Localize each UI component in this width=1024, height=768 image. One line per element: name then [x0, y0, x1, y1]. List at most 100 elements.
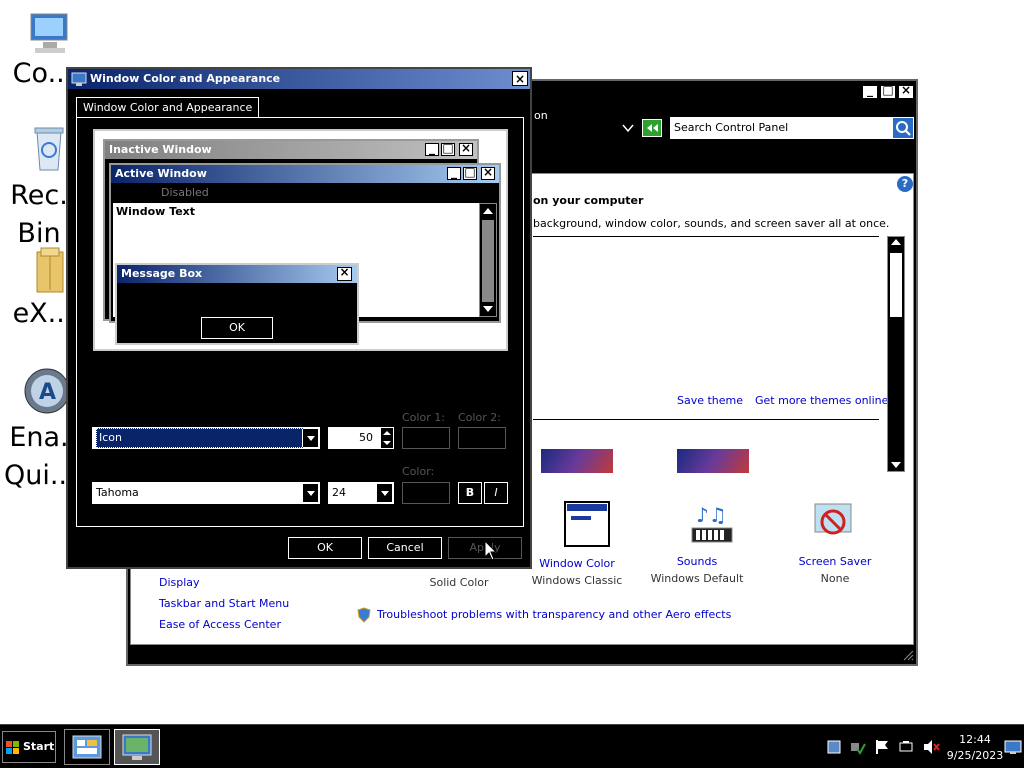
see-also-display[interactable]: Display — [159, 576, 200, 589]
help-icon[interactable]: ? — [897, 176, 913, 192]
search-icon — [896, 121, 911, 136]
size-spinner[interactable] — [380, 427, 394, 449]
scroll-down-icon — [483, 306, 493, 312]
start-label: Start — [23, 740, 55, 753]
font-size-select[interactable]: 24 — [328, 482, 394, 504]
monitor-icon — [71, 72, 87, 86]
close-button[interactable]: × — [898, 83, 914, 99]
volume-muted-icon[interactable] — [922, 739, 940, 755]
chevron-down-icon[interactable] — [376, 484, 392, 502]
theme-thumbnail[interactable] — [541, 449, 613, 473]
see-also-ease-of-access[interactable]: Ease of Access Center — [159, 618, 281, 631]
taskbar-control-panel[interactable] — [64, 729, 110, 765]
font-color-label: Color: — [402, 465, 435, 478]
resize-grip[interactable] — [902, 649, 914, 661]
page-heading: on your computer — [533, 194, 644, 207]
dialog-titlebar: Window Color and Appearance × — [68, 69, 530, 89]
preview-message-title: Message Box — [117, 265, 357, 283]
font-select[interactable]: Tahoma — [92, 482, 320, 504]
preview-ok-button: OK — [201, 317, 273, 339]
divider — [533, 419, 879, 420]
network-icon[interactable] — [850, 739, 866, 755]
preview-inactive-title: Inactive Window — [105, 141, 477, 159]
app-circle-icon: A — [24, 368, 70, 414]
item-subtitle: Windows Default — [650, 572, 744, 585]
search-input[interactable]: Search Control Panel — [670, 117, 892, 139]
windows-logo-icon — [6, 741, 19, 754]
cancel-button[interactable]: Cancel — [368, 537, 442, 559]
mouse-cursor-icon — [484, 540, 498, 561]
shield-icon — [357, 607, 371, 623]
sounds-icon: ♪♫ — [691, 503, 733, 543]
clock-date[interactable]: 9/25/2023 — [944, 749, 1006, 762]
theme-list: Save theme Get more themes online — [533, 236, 888, 473]
start-button[interactable]: Start — [2, 731, 56, 763]
sounds-item[interactable]: ♪♫ Sounds Windows Default — [637, 500, 757, 585]
folder-icon — [36, 247, 64, 293]
taskbar-display[interactable] — [114, 729, 160, 765]
scroll-down-icon[interactable] — [891, 462, 901, 468]
font-select-value: Tahoma — [96, 486, 139, 499]
preview-message-box: Message Box × OK — [115, 263, 359, 345]
refresh-icon — [647, 124, 658, 132]
clock-time[interactable]: 12:44 — [948, 733, 1002, 746]
color1-label: Color 1: — [402, 411, 445, 424]
search-placeholder: Search Control Panel — [674, 121, 789, 134]
size-input[interactable]: 50 — [328, 427, 380, 449]
scroll-thumb[interactable] — [890, 253, 902, 317]
item-title[interactable]: Screen Saver — [775, 555, 895, 568]
maximize-button[interactable]: □ — [880, 83, 896, 99]
bold-button[interactable]: B — [458, 482, 482, 504]
dialog-close-button[interactable]: × — [512, 71, 528, 86]
desktop-icon-label: Ena. Qui... — [4, 422, 76, 491]
preview-active-title: Active Window — [111, 165, 499, 183]
scroll-up-icon[interactable] — [891, 239, 901, 245]
close-icon: × — [481, 165, 495, 180]
save-theme-link[interactable]: Save theme — [677, 394, 743, 407]
color2-label: Color 2: — [458, 411, 501, 424]
maximize-icon: □ — [463, 165, 477, 180]
chevron-down-icon[interactable] — [622, 123, 634, 133]
appearance-preview[interactable]: Inactive Window _ □ × Active Window _ □ … — [93, 129, 508, 351]
window-color-item[interactable]: Window Color Windows Classic — [517, 500, 637, 587]
screen-saver-icon — [814, 503, 852, 535]
show-desktop-icon[interactable] — [1004, 739, 1022, 755]
control-panel-icon — [72, 735, 102, 759]
search-button[interactable] — [892, 117, 914, 139]
see-also-taskbar[interactable]: Taskbar and Start Menu — [159, 597, 289, 610]
font-color-picker — [402, 482, 450, 504]
italic-button[interactable]: I — [484, 482, 508, 504]
item-title[interactable]: Sounds — [637, 555, 757, 568]
troubleshoot-link[interactable]: Troubleshoot problems with transparency … — [377, 608, 731, 621]
desktop-icon-quick[interactable]: A Ena. Qui... — [4, 366, 76, 495]
item-select[interactable]: Icon — [92, 427, 320, 449]
get-more-themes-link[interactable]: Get more themes online — [755, 394, 888, 407]
minimize-button[interactable]: _ — [862, 83, 878, 99]
spin-up-icon[interactable] — [383, 431, 391, 435]
item-title[interactable]: Window Color — [517, 557, 637, 570]
desktop-icon-recycle-bin[interactable]: Rec. Bin — [4, 124, 74, 253]
chevron-down-icon[interactable] — [302, 484, 318, 502]
desktop-icon-label: Rec. Bin — [10, 180, 68, 249]
preview-window-text: Window Text — [116, 205, 196, 218]
desktop-background-item[interactable]: Solid Color — [399, 576, 519, 589]
item-subtitle: Solid Color — [429, 576, 489, 589]
tab-window-color[interactable]: Window Color and Appearance — [76, 97, 260, 118]
address-breadcrumb[interactable]: on — [534, 109, 548, 122]
screen-saver-item[interactable]: Screen Saver None — [775, 500, 895, 585]
ok-button[interactable]: OK — [288, 537, 362, 559]
minimize-icon: _ — [425, 141, 439, 156]
power-icon[interactable] — [898, 739, 914, 755]
display-icon — [122, 734, 152, 760]
item-subtitle: Windows Classic — [531, 574, 623, 587]
flag-icon[interactable] — [874, 739, 890, 755]
scroll-up-icon — [483, 208, 493, 214]
refresh-button[interactable] — [642, 119, 662, 137]
theme-list-scrollbar[interactable] — [887, 236, 905, 472]
color1-picker — [402, 427, 450, 449]
spin-down-icon[interactable] — [383, 441, 391, 445]
chevron-down-icon[interactable] — [302, 429, 318, 447]
window-color-dialog: Window Color and Appearance × Window Col… — [66, 67, 532, 569]
tray-icon[interactable] — [826, 739, 842, 755]
theme-thumbnail[interactable] — [677, 449, 749, 473]
